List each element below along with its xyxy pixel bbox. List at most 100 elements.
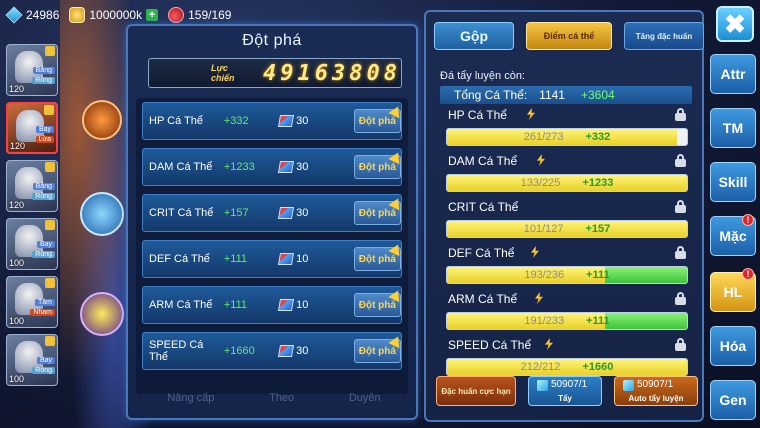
stat-current: 261/273: [523, 131, 564, 143]
scroll-cost: 10: [296, 253, 309, 265]
total-label: Tổng Cá Thể:: [454, 88, 528, 102]
scroll-cost: 30: [296, 345, 309, 357]
stat-current: 193/236: [524, 269, 565, 281]
character-type2: Nham: [30, 309, 55, 316]
scroll-icon: [278, 345, 295, 357]
breakthrough-button[interactable]: Đột phá: [353, 333, 404, 363]
stat-name: SPEED Cá Thể: [149, 339, 204, 363]
tab-special-training[interactable]: Tăng đặc huấn: [624, 22, 704, 50]
stat-name: CRIT Cá Thể: [448, 200, 519, 214]
stat-progress-bar: 191/233 +111: [446, 312, 688, 330]
add-gold-button[interactable]: +: [146, 9, 159, 21]
lock-icon: [44, 105, 54, 115]
lock-icon: [45, 162, 55, 172]
auto-reroll-button[interactable]: 50907/1 Auto tẩy luyện: [614, 376, 698, 406]
stat-bonus: +111: [223, 299, 248, 311]
stat-bonus: +157: [223, 207, 249, 219]
character-list: Bắng Rồng 120 Bay Lửa 120 Bắng Rồng 120 …: [0, 34, 64, 428]
reroll-stone-count: 50907/1: [551, 379, 588, 390]
skill-orb-icon[interactable]: [80, 292, 124, 336]
character-level: 120: [10, 141, 26, 151]
stat-name: DAM Cá Thể: [149, 161, 213, 173]
breakthrough-button[interactable]: Đột phá: [353, 195, 404, 225]
breakthrough-row: HP Cá Thể +332 30 Đột phá: [142, 102, 404, 140]
stat-row: CRIT Cá Thể 101/127 +157: [442, 200, 692, 244]
stone-icon: [537, 380, 548, 391]
reroll-button[interactable]: 50907/1 Tẩy: [528, 376, 602, 406]
character-slot[interactable]: Bắng Rồng 120: [6, 44, 58, 96]
stat-name: DEF Cá Thể: [149, 253, 210, 265]
breakthrough-button[interactable]: Đột phá: [353, 149, 404, 179]
lock-icon: [45, 336, 55, 346]
sidebar-tab-hoa[interactable]: Hóa: [710, 326, 756, 366]
breakthrough-row: SPEED Cá Thể +1660 30 Đột phá: [142, 332, 404, 370]
notification-badge: !: [742, 268, 754, 280]
stat-bonus: +111: [586, 315, 610, 327]
inventory-icon[interactable]: [80, 192, 124, 236]
tab-merge[interactable]: Gộp: [434, 22, 514, 50]
breakthrough-button[interactable]: Đột phá: [353, 241, 404, 271]
stone-icon: [623, 380, 634, 391]
scroll-cost: 30: [296, 115, 309, 127]
extreme-training-button[interactable]: Đặc huấn cực hạn: [436, 376, 516, 406]
combat-power-box: Lực chiến 49163808: [148, 58, 402, 88]
stat-current: 212/212: [520, 361, 561, 373]
scroll-icon: [278, 115, 295, 127]
character-level: 120: [9, 200, 25, 210]
gold-resource: 1000000k +: [69, 7, 159, 23]
stat-progress-bar: 261/273 +332: [446, 128, 688, 146]
breakthrough-row: DEF Cá Thể +111 10 Đột phá: [142, 240, 404, 278]
stat-row: DAM Cá Thể 133/225 +1233: [442, 154, 692, 198]
total-stats-bar: Tổng Cá Thể: 1141 +3604: [440, 86, 692, 104]
lock-icon[interactable]: [675, 200, 686, 213]
background-tab-labels: Nâng cấp Theo Duyên: [140, 392, 408, 414]
stat-bonus: +1660: [223, 345, 255, 357]
stamina-resource: 159/169: [168, 7, 231, 23]
lock-icon[interactable]: [675, 292, 686, 305]
stat-current: 191/233: [524, 315, 565, 327]
stat-row: DEF Cá Thể 193/236 +111: [442, 246, 692, 290]
stat-progress-bar: 212/212 +1660: [446, 358, 688, 376]
sidebar-tab-gen[interactable]: Gen: [710, 380, 756, 420]
lock-icon[interactable]: [675, 154, 686, 167]
lock-icon[interactable]: [675, 338, 686, 351]
auto-reroll-label: Auto tẩy luyện: [628, 394, 684, 403]
stat-row: ARM Cá Thể 191/233 +111: [442, 292, 692, 336]
lock-icon[interactable]: [675, 246, 686, 259]
character-slot[interactable]: Bắng Rồng 120: [6, 160, 58, 212]
stat-bonus: +1233: [223, 161, 255, 173]
lightning-icon: [527, 108, 535, 120]
item-bag-icon[interactable]: [82, 100, 122, 140]
panel-title: Đột phá: [242, 32, 302, 49]
stat-current: 101/127: [523, 223, 564, 235]
character-slot-selected[interactable]: Bay Lửa 120: [6, 102, 58, 154]
stamina-count: 159/169: [188, 8, 232, 22]
lock-icon[interactable]: [675, 108, 686, 121]
tab-individual-points[interactable]: Điểm cá thể: [526, 22, 612, 50]
character-slot[interactable]: Bay Rồng 100: [6, 218, 58, 270]
close-button[interactable]: ✖: [716, 6, 754, 42]
character-level: 120: [9, 84, 25, 94]
breakthrough-button[interactable]: Đột phá: [353, 103, 404, 133]
character-type1: Bắng: [32, 67, 55, 74]
sidebar-tab-attr[interactable]: Attr: [710, 54, 756, 94]
scroll-icon: [278, 253, 295, 265]
breakthrough-button[interactable]: Đột phá: [353, 287, 404, 317]
stat-bonus: +111: [223, 253, 248, 265]
sidebar-tab-tm[interactable]: TM: [710, 108, 756, 148]
stat-row: HP Cá Thể 261/273 +332: [442, 108, 692, 152]
auto-stone-count: 50907/1: [637, 379, 674, 390]
remaining-stones-label: Đá tẩy luyện còn:: [440, 70, 525, 82]
scroll-cost: 30: [296, 207, 309, 219]
lock-icon: [45, 220, 55, 230]
ghost-tab: Duyên: [348, 392, 381, 404]
sidebar-tab-skill[interactable]: Skill: [710, 162, 756, 202]
action-buttons: Đặc huấn cực hạn 50907/1 Tẩy 50907/1 Aut…: [436, 376, 698, 406]
breakthrough-panel: Đột phá Lực chiến 49163808 HP Cá Thể +33…: [126, 24, 418, 420]
scroll-icon: [278, 299, 295, 311]
stat-bonus: +332: [223, 115, 249, 127]
character-slot[interactable]: Tâm Nham 100: [6, 276, 58, 328]
panel-tabs: Gộp Điểm cá thể Tăng đặc huấn: [434, 22, 704, 50]
stat-name: ARM Cá Thể: [149, 299, 213, 311]
character-slot[interactable]: Bay Rồng 100: [6, 334, 58, 386]
